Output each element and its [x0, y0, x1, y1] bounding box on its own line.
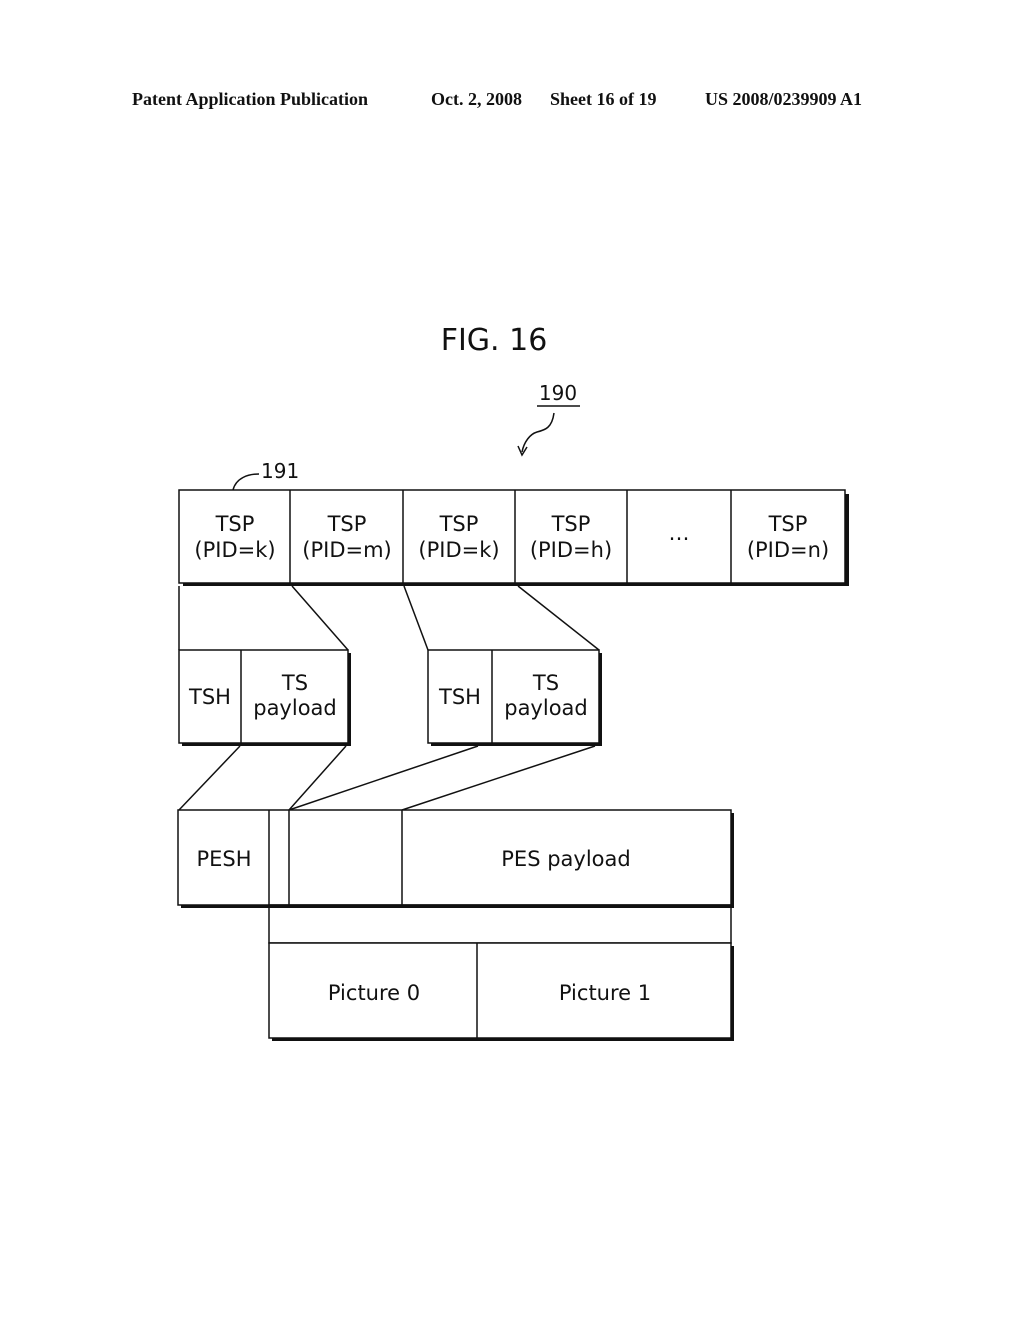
pes-payload-label: PES payload: [501, 847, 630, 871]
tsp-label: TSP: [439, 512, 479, 536]
picture-label: Picture 0: [328, 981, 420, 1005]
tsp-pid: (PID=k): [418, 538, 499, 562]
tsp-pid: (PID=m): [302, 538, 391, 562]
pesh-label: PESH: [196, 847, 251, 871]
tsp-stream: TSP (PID=k) TSP (PID=m) TSP (PID=k) TSP …: [178, 489, 849, 586]
figure-title: FIG. 16: [441, 323, 548, 358]
ts-payload-label: payload: [253, 696, 337, 720]
tsp-label: TSP: [215, 512, 255, 536]
picture-label: Picture 1: [559, 981, 651, 1005]
payload-connector: [268, 904, 732, 944]
tsp-label: TSP: [551, 512, 591, 536]
ref-191-leader: [232, 473, 260, 491]
ts-payload-label: TS: [532, 671, 559, 695]
tsp-pid: (PID=h): [530, 538, 612, 562]
ts-packet: TSH TS payload: [427, 649, 602, 746]
tsp-pid: (PID=k): [194, 538, 275, 562]
tsp-label: TSP: [768, 512, 808, 536]
pes-packet-frame: [177, 809, 732, 906]
tsp-pid: (PID=n): [747, 538, 829, 562]
ref-190-leader: [521, 412, 555, 453]
tsh-label: TSH: [188, 685, 231, 709]
tsh-label: TSH: [438, 685, 481, 709]
ellipsis: …: [669, 521, 690, 545]
ref-190: 190: [539, 381, 577, 405]
ts-payload-label: TS: [281, 671, 308, 695]
expansion-lines-ts: [178, 745, 596, 811]
tsp-ellipsis-cell: …: [669, 521, 690, 545]
ref-191: 191: [261, 459, 299, 483]
picture-row: Picture 0 Picture 1: [268, 942, 734, 1041]
ts-packet: TSH TS payload: [178, 649, 351, 746]
ts-payload-label: payload: [504, 696, 588, 720]
tsp-row-frame: [178, 489, 846, 584]
tsp-label: TSP: [327, 512, 367, 536]
diagram-canvas: FIG. 16 190 191 TSP (PID=k) TSP (PID=m) …: [177, 323, 849, 1041]
pes-packet: PESH PES payload: [177, 809, 734, 908]
expansion-lines-tsp: [178, 585, 600, 651]
